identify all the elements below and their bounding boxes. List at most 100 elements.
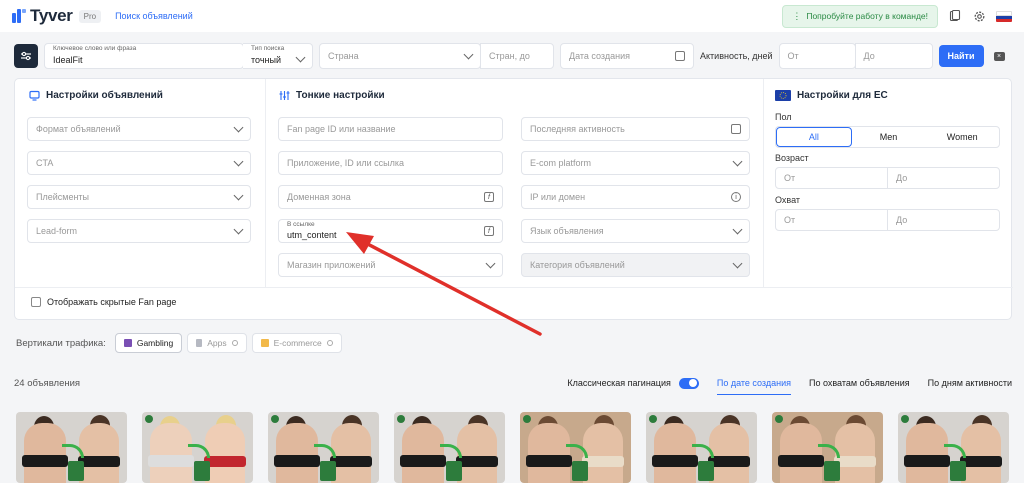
- keyword-input[interactable]: Ключевое слово или фраза IdealFit: [44, 43, 244, 69]
- vertical-chip-ecommerce[interactable]: E-commerce: [251, 333, 342, 353]
- chevron-down-icon: [485, 258, 496, 269]
- chevron-down-icon: [732, 224, 743, 235]
- nav-link-ad-search[interactable]: Поиск объявлений: [115, 11, 193, 21]
- traffic-verticals: Вертикали трафика: Gambling Apps E-comme…: [16, 333, 342, 353]
- vertical-label: Gambling: [136, 338, 174, 348]
- reach-from-input[interactable]: От: [776, 210, 887, 230]
- last-activity-input[interactable]: Последняя активность: [521, 117, 750, 141]
- ad-settings-title-text: Настройки объявлений: [46, 90, 163, 101]
- reach-range: От До: [775, 209, 1000, 231]
- search-button[interactable]: Найти: [938, 45, 984, 67]
- clear-icon[interactable]: ×: [993, 51, 1005, 61]
- created-date-input[interactable]: Дата создания: [560, 43, 694, 69]
- ad-category-select: Категория объявлений: [521, 253, 750, 277]
- gender-segmented-control: All Men Women: [775, 126, 1000, 148]
- filters-panel: Настройки объявлений Формат объявлений C…: [14, 78, 1013, 320]
- ad-language-select[interactable]: Язык объявления: [521, 219, 750, 243]
- ad-card[interactable]: [772, 412, 883, 483]
- country-select[interactable]: Страна: [319, 43, 481, 69]
- placements-placeholder: Плейсменты: [36, 192, 90, 202]
- clock-icon: [231, 340, 238, 346]
- ad-thumbnails: [16, 412, 1009, 483]
- reach-to-input[interactable]: До: [887, 210, 999, 230]
- gender-label: Пол: [775, 112, 792, 122]
- gender-option-men[interactable]: Men: [852, 127, 926, 147]
- bookmark-icon[interactable]: [948, 9, 962, 23]
- app-input[interactable]: Приложение, ID или ссылка: [278, 151, 503, 175]
- app-store-select[interactable]: Магазин приложений: [278, 253, 503, 277]
- language-flag-icon[interactable]: [996, 10, 1012, 22]
- hidden-fanpages-label: Отображать скрытые Fan page: [47, 297, 177, 307]
- ad-card[interactable]: [268, 412, 379, 483]
- domain-zone-input[interactable]: Доменная зона f: [278, 185, 503, 209]
- classic-pagination-label: Классическая пагинация: [567, 378, 671, 388]
- chevron-down-icon: [233, 122, 244, 133]
- team-trial-label: Попробуйте работу в команде!: [806, 11, 928, 21]
- info-icon: i: [731, 192, 741, 202]
- activity-to-placeholder: До: [863, 51, 875, 61]
- countries-to-input[interactable]: Стран, до: [480, 43, 554, 69]
- fine-settings-title-text: Тонкие настройки: [296, 90, 385, 101]
- ad-card[interactable]: [16, 412, 127, 483]
- classic-pagination-toggle[interactable]: Классическая пагинация: [567, 377, 699, 389]
- eu-flag-icon: [775, 90, 791, 101]
- team-trial-button[interactable]: ⋮ Попробуйте работу в команде!: [782, 4, 938, 28]
- in-link-input[interactable]: В ссылке utm_content f: [278, 219, 503, 243]
- cta-placeholder: CTA: [36, 158, 54, 168]
- sort-by-reach[interactable]: По охватам объявления: [809, 378, 910, 388]
- activity-from-input[interactable]: От: [778, 43, 856, 69]
- column-divider: [763, 79, 764, 287]
- gender-option-all[interactable]: All: [776, 127, 852, 147]
- ad-card[interactable]: [898, 412, 1009, 483]
- ip-domain-input[interactable]: IP или домен i: [521, 185, 750, 209]
- panel-divider: [15, 287, 1013, 288]
- facebook-icon: f: [484, 192, 494, 202]
- reach-label: Охват: [775, 195, 801, 205]
- activity-to-input[interactable]: До: [854, 43, 933, 69]
- clock-icon: [326, 340, 333, 346]
- logo[interactable]: Tyver: [12, 6, 73, 26]
- vertical-chip-apps[interactable]: Apps: [187, 333, 247, 353]
- slot-machine-icon: [123, 339, 132, 347]
- filter-toggle-button[interactable]: [14, 44, 38, 68]
- ad-format-select[interactable]: Формат объявлений: [27, 117, 251, 141]
- age-from-input[interactable]: От: [776, 168, 887, 188]
- cta-select[interactable]: CTA: [27, 151, 251, 175]
- gender-option-women[interactable]: Women: [925, 127, 999, 147]
- checkbox-icon[interactable]: [31, 297, 41, 307]
- keyword-value: IdealFit: [53, 55, 83, 65]
- ad-card[interactable]: [394, 412, 505, 483]
- phone-icon: [196, 339, 203, 347]
- verticals-title: Вертикали трафика:: [16, 337, 106, 349]
- logo-icon: [12, 9, 26, 23]
- sliders-icon: [21, 51, 31, 61]
- age-to-input[interactable]: До: [887, 168, 999, 188]
- lead-form-select[interactable]: Lead-form: [27, 219, 251, 243]
- ad-card[interactable]: [646, 412, 757, 483]
- app-placeholder: Приложение, ID или ссылка: [287, 158, 404, 168]
- fan-page-input[interactable]: Fan page ID или название: [278, 117, 503, 141]
- toggle-switch[interactable]: [678, 377, 699, 389]
- ad-settings-title: Настройки объявлений: [29, 90, 163, 101]
- sort-by-date[interactable]: По дате создания: [716, 378, 791, 395]
- eu-settings-title: Настройки для ЕС: [775, 90, 888, 101]
- sort-by-active-days[interactable]: По дням активности: [928, 378, 1012, 388]
- facebook-icon: f: [484, 226, 494, 236]
- keyword-label: Ключевое слово или фраза: [53, 45, 137, 52]
- ecom-platform-select[interactable]: E-com platform: [521, 151, 750, 175]
- gear-icon[interactable]: [972, 9, 986, 23]
- fine-settings-title: Тонкие настройки: [279, 90, 385, 101]
- hidden-fanpages-checkbox[interactable]: Отображать скрытые Fan page: [31, 297, 176, 307]
- users-icon: ⋮: [792, 10, 802, 21]
- vertical-chip-gambling[interactable]: Gambling: [114, 333, 183, 353]
- top-bar: Tyver Pro Поиск объявлений ⋮ Попробуйте …: [0, 0, 1024, 32]
- lead-form-placeholder: Lead-form: [36, 226, 78, 236]
- age-range: От До: [775, 167, 1000, 189]
- placements-select[interactable]: Плейсменты: [27, 185, 251, 209]
- search-type-select[interactable]: Тип поиска точный: [243, 43, 313, 69]
- pro-badge: Pro: [78, 9, 102, 23]
- ad-card[interactable]: [520, 412, 631, 483]
- last-activity-placeholder: Последняя активность: [530, 124, 625, 134]
- chevron-down-icon: [233, 156, 244, 167]
- ad-card[interactable]: [142, 412, 253, 483]
